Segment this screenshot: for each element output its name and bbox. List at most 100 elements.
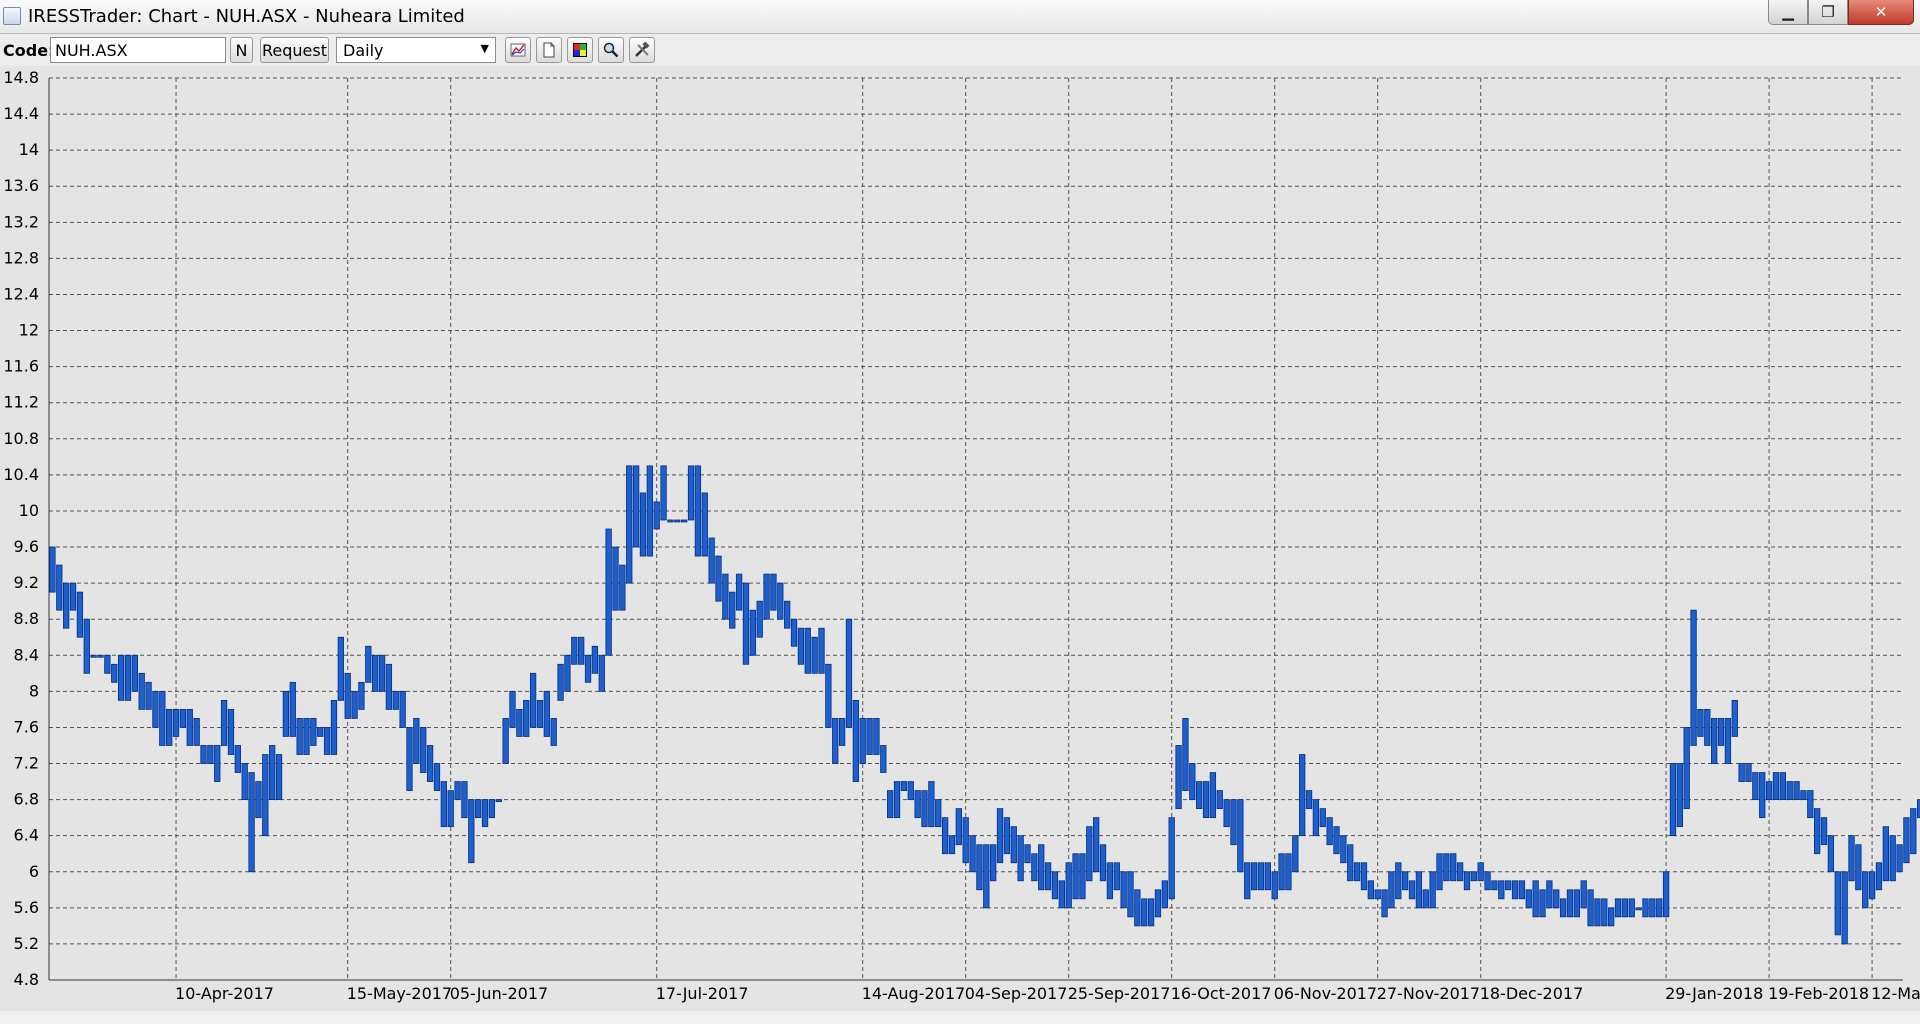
n-button[interactable]: N <box>230 37 253 63</box>
price-bar <box>1436 853 1443 891</box>
price-bar <box>49 546 56 593</box>
price-bar <box>873 718 880 755</box>
price-bar <box>1230 799 1237 846</box>
price-bar <box>701 492 708 557</box>
toolbar: Code: N Request Daily ▼ <box>0 34 1920 66</box>
price-bar <box>1326 817 1333 846</box>
price-bar <box>1443 853 1450 882</box>
y-tick-label: 12 <box>19 321 39 340</box>
request-button[interactable]: Request <box>260 37 329 63</box>
price-bar <box>1353 862 1361 882</box>
price-bar <box>880 745 887 773</box>
code-label: Code: <box>3 41 55 60</box>
x-tick-label: 27-Nov-2017 <box>1377 984 1480 1003</box>
price-bar <box>124 654 132 701</box>
price-bar <box>859 718 866 764</box>
y-tick-label: 10 <box>19 501 39 520</box>
price-bar <box>1202 781 1210 819</box>
price-bar <box>1759 772 1766 819</box>
price-bar <box>1807 790 1814 819</box>
price-bar <box>1662 871 1670 918</box>
price-bar <box>282 690 290 737</box>
x-tick-label: 17-Jul-2017 <box>656 984 749 1003</box>
price-bar <box>1525 889 1532 909</box>
price-bar <box>166 709 173 746</box>
y-tick-label: 11.6 <box>3 357 39 376</box>
y-tick-label: 5.2 <box>14 934 39 953</box>
y-tick-label: 11.2 <box>3 393 39 412</box>
chart-area[interactable]: 4.8 5.2 5.6 6 6.4 6.8 7.2 7.6 8 8.4 8.8 9.2 9.6 10 10.… <box>0 66 1920 1011</box>
period-select[interactable]: Daily ▼ <box>336 37 496 63</box>
chart-style-icon <box>510 43 526 57</box>
y-tick-label: 9.6 <box>14 537 39 556</box>
price-bar <box>159 690 166 746</box>
price-bar <box>76 591 84 638</box>
price-bar <box>495 799 502 802</box>
price-bar <box>729 591 736 629</box>
price-bar <box>715 555 722 602</box>
close-button[interactable]: ✕ <box>1848 0 1914 25</box>
maximize-button[interactable]: ❐ <box>1808 0 1848 25</box>
y-tick-label: 7.6 <box>14 717 39 736</box>
price-bar <box>145 681 152 710</box>
price-bar <box>1566 889 1574 918</box>
price-bar <box>639 492 647 557</box>
price-bar <box>1422 889 1429 909</box>
price-bar <box>1642 898 1649 918</box>
price-bar <box>653 501 660 530</box>
price-bar <box>681 519 688 523</box>
zoom-button[interactable] <box>598 37 624 63</box>
price-bar <box>1594 898 1601 927</box>
price-bar <box>1505 880 1512 891</box>
price-bar <box>825 663 832 728</box>
price-bar <box>598 654 605 692</box>
x-tick-label: 16-Oct-2017 <box>1171 984 1272 1003</box>
price-bar <box>1820 817 1828 846</box>
y-tick-label: 6.4 <box>14 826 39 845</box>
price-bar <box>1546 880 1553 909</box>
price-bar <box>131 654 138 692</box>
price-bar <box>955 808 962 846</box>
price-bar <box>1779 772 1786 800</box>
price-bar <box>1038 844 1045 891</box>
chart-style-button[interactable] <box>505 37 531 63</box>
price-bar <box>612 546 619 611</box>
price-bar <box>1189 763 1196 801</box>
price-bar <box>1882 826 1889 882</box>
price-bar <box>529 672 537 728</box>
price-bar <box>1209 772 1217 819</box>
price-bar <box>646 465 653 557</box>
price-bar <box>694 465 702 557</box>
y-tick-label: 12.8 <box>3 248 39 267</box>
price-bar <box>1814 808 1821 855</box>
price-bar <box>1498 880 1505 900</box>
price-bar <box>976 844 983 891</box>
price-bar <box>97 654 104 658</box>
x-tick-label: 29-Jan-2018 <box>1665 984 1763 1003</box>
x-tick-label: 04-Sep-2017 <box>965 984 1068 1003</box>
y-tick-label: 7.2 <box>14 754 39 773</box>
price-bar <box>770 573 777 611</box>
price-bar <box>461 781 468 819</box>
code-input[interactable] <box>50 37 226 63</box>
price-bar <box>111 663 118 683</box>
price-bar <box>1862 871 1869 909</box>
price-bar <box>797 627 805 665</box>
price-bar <box>687 465 695 521</box>
price-bar <box>1649 898 1656 918</box>
price-bar <box>578 636 585 665</box>
color-palette-button[interactable] <box>567 37 593 63</box>
tools-button[interactable] <box>629 37 655 63</box>
price-bar <box>1841 871 1848 945</box>
price-bar <box>983 844 990 909</box>
price-bar <box>200 745 207 764</box>
price-bar <box>269 745 276 800</box>
minimize-button[interactable]: ▁ <box>1768 0 1808 25</box>
price-bar <box>1175 745 1182 810</box>
price-bar <box>928 781 935 828</box>
price-bar <box>1608 907 1615 927</box>
price-bar <box>1745 763 1752 782</box>
price-bar <box>351 690 358 719</box>
new-page-button[interactable] <box>536 37 562 63</box>
price-bar <box>523 699 530 737</box>
